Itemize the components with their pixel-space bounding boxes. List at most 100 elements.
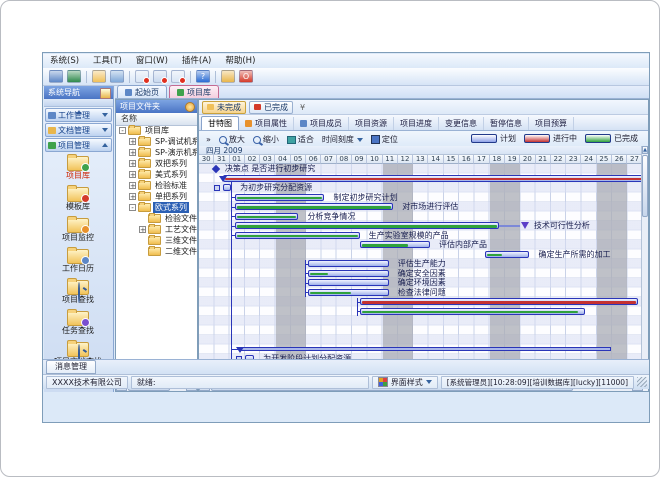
day-cell: 20 bbox=[520, 155, 535, 164]
zoom-in-button[interactable]: 放大 bbox=[215, 133, 249, 146]
filter-已完成[interactable]: 已完成 bbox=[249, 101, 293, 114]
detail-tab-项目资源[interactable]: 项目资源 bbox=[349, 117, 394, 130]
tree-node-工艺文件[interactable]: +工艺文件 bbox=[116, 224, 197, 235]
tree-node-SP-演示机系[interactable]: +SP-演示机系 bbox=[116, 147, 197, 158]
fit-button[interactable]: 适合 bbox=[283, 133, 318, 146]
day-cell: 26 bbox=[612, 155, 627, 164]
globe-icon[interactable] bbox=[67, 70, 81, 83]
mail-3-icon[interactable] bbox=[171, 70, 185, 83]
detail-tab-项目成员[interactable]: 项目成员 bbox=[294, 117, 349, 130]
chevron-down-icon[interactable] bbox=[102, 128, 108, 132]
detail-tab-项目进度[interactable]: 项目进度 bbox=[394, 117, 439, 130]
tree-node-单把系列[interactable]: +单把系列 bbox=[116, 191, 197, 202]
open-folder-icon[interactable] bbox=[92, 70, 106, 83]
tab-项目库[interactable]: 项目库 bbox=[169, 85, 219, 98]
sidebar-item-项目查找[interactable]: 项目查找 bbox=[45, 278, 111, 309]
tree-node-SP-调试机系[interactable]: +SP-调试机系 bbox=[116, 136, 197, 147]
gantt-bar[interactable] bbox=[360, 308, 585, 315]
tab-起始页[interactable]: 起始页 bbox=[117, 85, 167, 98]
ui-style-button[interactable]: 界面样式 bbox=[372, 376, 438, 389]
pushpin-icon[interactable] bbox=[185, 102, 195, 112]
gantt-bar[interactable] bbox=[235, 213, 298, 220]
gantt-summary-bar[interactable] bbox=[240, 347, 610, 351]
resize-grip[interactable] bbox=[637, 377, 647, 387]
expand-icon[interactable]: + bbox=[129, 138, 136, 145]
tree-node-三维文件[interactable]: 三维文件 bbox=[116, 235, 197, 246]
sidebar-item-工作日历[interactable]: 工作日历 bbox=[45, 247, 111, 278]
gantt-bar[interactable] bbox=[360, 241, 430, 248]
gantt-bar[interactable] bbox=[308, 270, 389, 277]
message-management-tab[interactable]: 消息管理 bbox=[46, 360, 96, 374]
collapse-icon[interactable]: - bbox=[129, 204, 136, 211]
gantt-bar[interactable] bbox=[485, 251, 529, 258]
sidebar-item-项目监控[interactable]: 项目监控 bbox=[45, 216, 111, 247]
expand-icon[interactable]: + bbox=[129, 160, 136, 167]
collapse-icon[interactable]: - bbox=[119, 127, 126, 134]
computer-icon[interactable] bbox=[49, 70, 63, 83]
gantt-bar[interactable] bbox=[360, 298, 638, 305]
detail-tab-变更信息[interactable]: 变更信息 bbox=[439, 117, 484, 130]
gantt-bar[interactable] bbox=[308, 289, 389, 296]
toolbar-overflow-chevron[interactable]: » bbox=[202, 133, 215, 146]
locate-button[interactable]: 定位 bbox=[367, 133, 402, 146]
menu-item-3[interactable]: 插件(A) bbox=[175, 55, 218, 67]
gantt-milestone[interactable] bbox=[212, 164, 220, 172]
day-cell: 05 bbox=[291, 155, 306, 164]
gantt-bar[interactable] bbox=[235, 222, 499, 229]
sidebar-section-文档管理[interactable]: 文档管理 bbox=[45, 123, 112, 137]
sidebar-section-项目管理[interactable]: 项目管理 bbox=[45, 138, 112, 152]
tree-node-检验文件[interactable]: 检验文件 bbox=[116, 213, 197, 224]
gantt-bar[interactable] bbox=[235, 203, 393, 210]
day-cell: 31 bbox=[214, 155, 229, 164]
sidebar-item-项目库[interactable]: 项目库 bbox=[45, 154, 111, 185]
tree-node-项目库[interactable]: -项目库 bbox=[116, 125, 197, 136]
expand-icon[interactable]: + bbox=[129, 193, 136, 200]
sidebar-section-工作管理[interactable]: 工作管理 bbox=[45, 108, 112, 122]
mail-1-icon[interactable] bbox=[135, 70, 149, 83]
menu-item-0[interactable]: 系统(S) bbox=[43, 55, 86, 67]
gantt-bar[interactable] bbox=[235, 194, 325, 201]
expand-icon[interactable]: + bbox=[139, 226, 146, 233]
sidebar-pin-icon[interactable] bbox=[100, 88, 111, 99]
day-cell: 06 bbox=[306, 155, 321, 164]
timescale-dropdown[interactable]: 时间刻度 bbox=[318, 133, 367, 146]
sidebar-collapse-handle[interactable] bbox=[44, 99, 113, 107]
chevron-up-icon[interactable] bbox=[102, 143, 108, 147]
gantt-vscroll-thumb[interactable] bbox=[642, 155, 648, 217]
filter-extra-button[interactable]: ¥ bbox=[300, 103, 305, 112]
menu-item-1[interactable]: 工具(T) bbox=[86, 55, 129, 67]
menu-item-4[interactable]: 帮助(H) bbox=[218, 55, 262, 67]
menu-item-2[interactable]: 窗口(W) bbox=[129, 55, 175, 67]
scroll-up-icon[interactable]: ▲ bbox=[642, 146, 648, 154]
expand-icon[interactable]: + bbox=[129, 171, 136, 178]
gantt-bar[interactable] bbox=[223, 184, 231, 191]
detail-tab-项目预算[interactable]: 项目预算 bbox=[529, 117, 574, 130]
detail-tab-暂停信息[interactable]: 暂停信息 bbox=[484, 117, 529, 130]
gantt-bar[interactable] bbox=[223, 175, 643, 182]
expand-icon[interactable]: + bbox=[129, 182, 136, 189]
tree-node-美式系列[interactable]: +美式系列 bbox=[116, 169, 197, 180]
chevron-down-icon[interactable] bbox=[102, 113, 108, 117]
gantt-bar[interactable] bbox=[308, 279, 389, 286]
help-icon[interactable]: ? bbox=[196, 70, 210, 83]
sidebar-item-任务查找[interactable]: 任务查找 bbox=[45, 309, 111, 340]
mail-2-icon[interactable] bbox=[153, 70, 167, 83]
template-library-folder-icon bbox=[67, 187, 89, 202]
filter-未完成[interactable]: 未完成 bbox=[202, 101, 246, 114]
tree-node-检验标准[interactable]: +检验标准 bbox=[116, 180, 197, 191]
tree-node-双把系列[interactable]: +双把系列 bbox=[116, 158, 197, 169]
tree-node-二维文件[interactable]: 二维文件 bbox=[116, 246, 197, 257]
detail-tab-项目属性[interactable]: 项目属性 bbox=[239, 117, 294, 130]
gantt-bar[interactable] bbox=[235, 232, 360, 239]
zoom-out-button[interactable]: 缩小 bbox=[249, 133, 283, 146]
power-icon[interactable]: O bbox=[239, 70, 253, 83]
expand-icon[interactable]: + bbox=[129, 149, 136, 156]
lock-icon[interactable] bbox=[221, 70, 235, 83]
folder-chart-icon[interactable] bbox=[110, 70, 124, 83]
gantt-day-header: 3031010203040506070809101112131415161718… bbox=[199, 155, 643, 164]
tree-node-欧式系列[interactable]: -欧式系列 bbox=[116, 202, 197, 213]
gantt-vertical-scrollbar[interactable]: ▲ ▼ bbox=[641, 146, 648, 379]
sidebar-item-模板库[interactable]: 模板库 bbox=[45, 185, 111, 216]
detail-tab-甘特图[interactable]: 甘特图 bbox=[201, 116, 239, 130]
gantt-bar[interactable] bbox=[308, 260, 389, 267]
